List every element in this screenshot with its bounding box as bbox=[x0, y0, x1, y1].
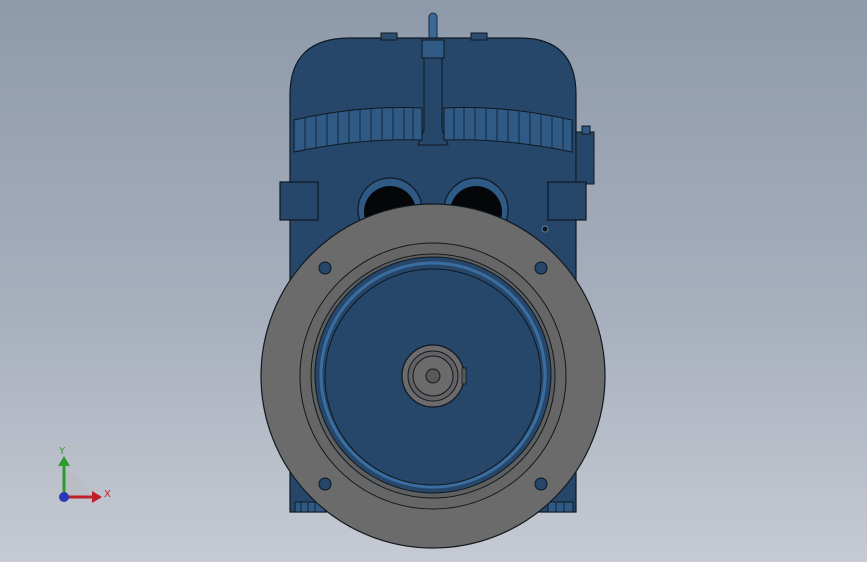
flange-bolt-hole-tr bbox=[534, 261, 548, 275]
lifting-eye bbox=[428, 12, 438, 42]
z-axis-dot bbox=[59, 492, 69, 502]
terminal-box-cap bbox=[581, 125, 591, 135]
flange-bolt-hole-bl bbox=[318, 477, 332, 491]
motor-model[interactable] bbox=[260, 12, 606, 549]
terminal-box bbox=[575, 131, 595, 185]
y-axis-arrow bbox=[58, 456, 70, 466]
mount-pad-right bbox=[547, 181, 587, 221]
triad-arc bbox=[64, 472, 89, 497]
mount-pad-left bbox=[279, 181, 319, 221]
housing-screw-right bbox=[470, 32, 488, 41]
flange-bolt-hole-tl bbox=[318, 261, 332, 275]
shaft-key bbox=[461, 367, 467, 385]
small-hole bbox=[541, 225, 549, 233]
foot-right bbox=[547, 501, 574, 513]
cad-viewport[interactable] bbox=[0, 0, 867, 562]
x-axis-label: X bbox=[104, 489, 111, 500]
flange-bolt-hole-br bbox=[534, 477, 548, 491]
shaft-center-hole bbox=[425, 368, 441, 384]
top-rib bbox=[421, 39, 445, 59]
coordinate-triad: Y X bbox=[58, 446, 111, 503]
x-axis-arrow bbox=[92, 491, 102, 503]
y-axis-label: Y bbox=[58, 446, 66, 457]
housing-screw-left bbox=[380, 32, 398, 41]
